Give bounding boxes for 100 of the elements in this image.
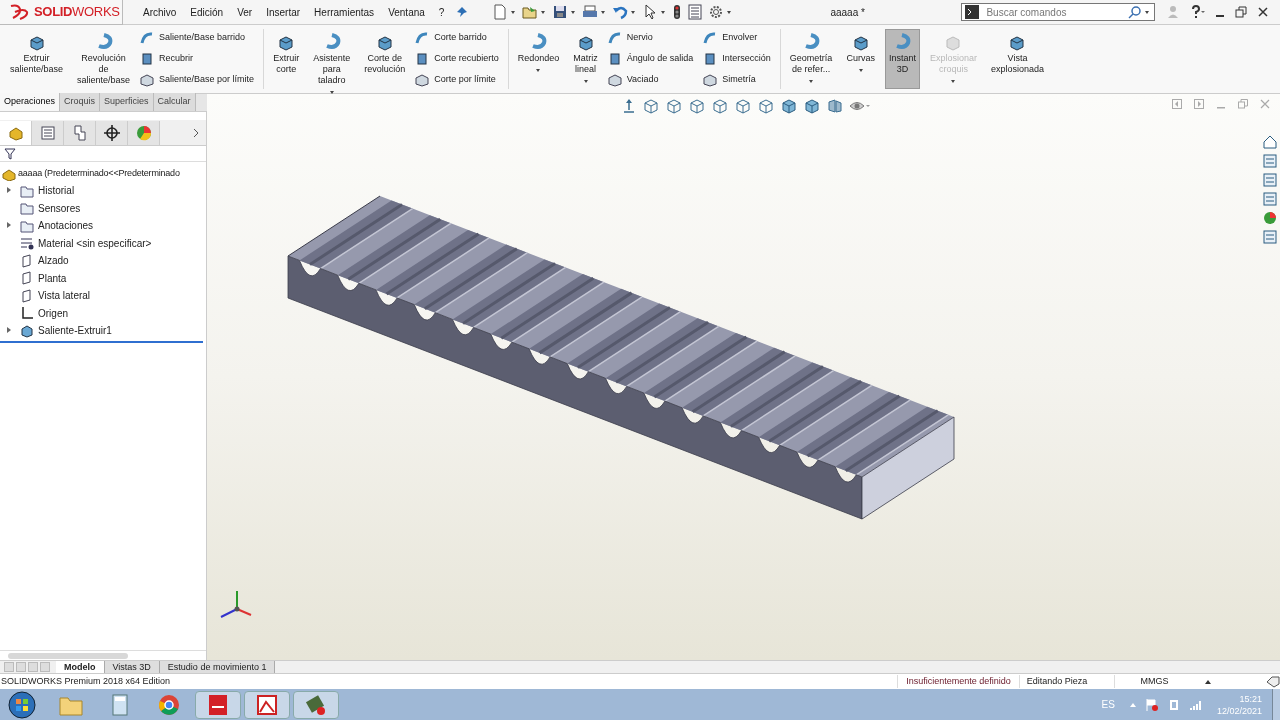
graphics-area[interactable] (207, 94, 1280, 660)
model-tab[interactable]: Estudio de movimiento 1 (159, 660, 276, 674)
caret-icon[interactable] (510, 9, 517, 15)
ribbon-button[interactable]: Vista explosionada (986, 29, 1048, 89)
folder-icon (20, 218, 34, 233)
command-tab[interactable]: Calcular (153, 93, 196, 111)
pin-icon[interactable] (456, 6, 469, 18)
appearance-icon[interactable] (134, 123, 153, 142)
ribbon-button[interactable]: Corte por límite (415, 72, 503, 88)
open-folder-icon[interactable] (522, 4, 539, 20)
caret-icon[interactable] (540, 9, 547, 15)
ribbon-button[interactable]: Vaciado (607, 72, 698, 88)
ribbon-button[interactable]: Corte de revolución (360, 29, 410, 89)
tree-item[interactable]: Origen (0, 304, 206, 322)
command-tab[interactable]: Operaciones (0, 93, 61, 111)
appearance-icon[interactable] (1262, 210, 1278, 226)
expand-arrow-icon[interactable] (6, 185, 12, 194)
ribbon-button[interactable]: Matriz lineal (569, 29, 602, 89)
tree-item[interactable]: Sensores (0, 199, 206, 217)
menu-item[interactable]: Ver (237, 4, 253, 20)
flag-icon[interactable] (1144, 697, 1159, 712)
menu-item[interactable]: Insertar (266, 4, 301, 20)
ribbon-button[interactable]: Envolver (703, 30, 775, 46)
ribbon-button[interactable]: Saliente/Base por límite (140, 72, 259, 88)
ribbon-button[interactable]: Corte barrido (415, 30, 503, 46)
rollback-bar[interactable] (0, 340, 203, 343)
ribbon-button[interactable]: Ángulo de salida (607, 51, 698, 67)
ribbon-button[interactable]: Instant 3D (884, 29, 920, 89)
list-icon[interactable] (688, 4, 703, 20)
ribbon-button[interactable]: Intersección (703, 51, 775, 67)
ribbon-button[interactable]: Revolución de saliente/base (73, 29, 135, 89)
shaded-cube-icon[interactable] (780, 97, 798, 115)
traffic-light-icon[interactable] (672, 4, 683, 20)
ribbon-button[interactable]: Saliente/Base barrido (140, 30, 259, 46)
menu-item[interactable]: Archivo (143, 4, 177, 20)
section-view-icon[interactable] (826, 97, 844, 115)
caret-icon[interactable] (660, 9, 667, 15)
properties-icon[interactable] (1262, 229, 1278, 245)
tree-item[interactable]: Historial (0, 182, 206, 200)
tree-item[interactable]: Anotaciones (0, 217, 206, 235)
settings-icon[interactable] (708, 4, 725, 20)
axis-icon[interactable] (621, 98, 637, 114)
search-bar[interactable]: Buscar comandos (961, 3, 1156, 21)
menu-item[interactable]: ? (438, 4, 445, 20)
model-tab[interactable]: Vistas 3D (104, 660, 160, 674)
tree-item[interactable]: Alzado (0, 252, 206, 270)
ribbon-button[interactable]: Simetría (703, 72, 775, 88)
ribbon-button[interactable]: Nervio (607, 30, 698, 46)
model-tab[interactable]: Modelo (56, 660, 105, 674)
view-cube-icon[interactable] (688, 97, 706, 115)
scrollbar-thumb[interactable] (8, 652, 128, 659)
ribbon-button[interactable]: Recubrir (140, 51, 259, 67)
save-icon[interactable] (552, 4, 569, 20)
ribbon-button[interactable]: Corte recubierto (415, 51, 503, 67)
menu-item[interactable]: Edición (190, 4, 224, 20)
ribbon-button[interactable]: Asistente para taladro (309, 29, 355, 89)
view-cube-icon[interactable] (711, 97, 729, 115)
shaded-cube-icon[interactable] (803, 97, 821, 115)
expand-arrow-icon[interactable] (6, 325, 12, 334)
part-model-drawing[interactable] (287, 195, 955, 520)
menu-item[interactable]: Herramientas (314, 4, 375, 20)
print-icon[interactable] (582, 4, 599, 20)
caret-icon[interactable] (726, 9, 733, 15)
feature-icon (415, 73, 430, 87)
ribbon-button[interactable]: Extruir corte (269, 29, 304, 89)
undo-icon[interactable] (612, 4, 629, 20)
ribbon-button[interactable]: Redondeo (513, 29, 564, 89)
view-cube-icon[interactable] (665, 97, 683, 115)
folder-icon[interactable] (1262, 172, 1278, 188)
tree-item[interactable]: aaaaa (Predeterminado<<Predeterminado (0, 165, 206, 182)
search-field[interactable]: Buscar comandos (982, 4, 1127, 20)
tree-item[interactable]: Material <sin especificar> (0, 234, 206, 252)
menu-item[interactable]: Ventana (388, 4, 425, 20)
filter-icon[interactable] (4, 147, 16, 160)
start-button-icon[interactable] (8, 690, 36, 719)
view-cube-icon[interactable] (757, 97, 775, 115)
tree-item[interactable]: Planta (0, 269, 206, 287)
crosshair-icon[interactable] (102, 123, 121, 142)
caret-icon[interactable] (1144, 9, 1151, 15)
ribbon-button[interactable]: Curvas (842, 29, 879, 89)
caret-up-icon[interactable] (1204, 678, 1212, 685)
home-icon[interactable] (1262, 134, 1278, 150)
command-tab[interactable]: Croquis (60, 93, 101, 111)
property-list-icon[interactable] (38, 123, 57, 142)
command-tab[interactable]: Superficies (100, 93, 154, 111)
caret-icon[interactable] (570, 9, 577, 15)
chevron-right-icon[interactable] (192, 127, 200, 138)
view-cube-icon[interactable] (734, 97, 752, 115)
tree-item[interactable]: Vista lateral (0, 287, 206, 305)
caret-icon[interactable] (630, 9, 637, 15)
close-icon[interactable] (1257, 6, 1270, 18)
ribbon-button[interactable]: Geometría de refer... (785, 29, 837, 89)
help-icon[interactable] (1189, 5, 1206, 19)
caret-icon[interactable] (600, 9, 607, 15)
feature-icon (415, 52, 430, 66)
ribbon-button[interactable]: Extruir saliente/base (6, 29, 68, 89)
expand-arrow-icon[interactable] (6, 220, 12, 229)
restore-icon[interactable] (1235, 6, 1248, 18)
view-cube-icon[interactable] (642, 97, 660, 115)
tree-item[interactable]: Saliente-Extruir1 (0, 322, 206, 340)
